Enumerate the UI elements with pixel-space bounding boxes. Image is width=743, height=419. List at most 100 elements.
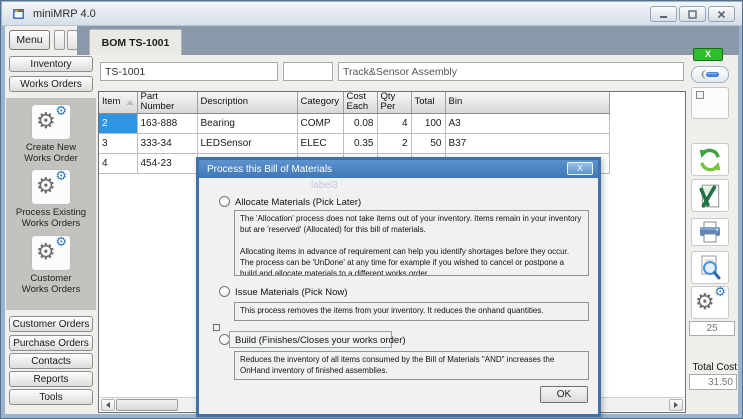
issue-materials-label[interactable]: Issue Materials (Pick Now): [235, 287, 347, 298]
cell-category[interactable]: COMP: [297, 113, 343, 133]
sidebar-button-works-orders[interactable]: Works Orders: [9, 76, 93, 92]
sidebar-button-tools[interactable]: Tools: [9, 389, 93, 405]
print-preview-button[interactable]: [691, 251, 729, 284]
process-existing-works-orders-label: Process Existing Works Orders: [6, 207, 96, 229]
cell-total[interactable]: 50: [411, 133, 445, 153]
issue-materials-description: This process removes the items from your…: [234, 302, 589, 321]
customer-works-orders-button[interactable]: ⚙⚙: [31, 235, 71, 271]
settings-wrench-button[interactable]: [691, 66, 729, 83]
column-header-bin[interactable]: Bin: [445, 92, 609, 113]
ok-button[interactable]: OK: [540, 386, 588, 403]
cell-cost-each[interactable]: 0.35: [343, 133, 377, 153]
menu-button[interactable]: Menu: [9, 30, 50, 50]
sidebar-button-inventory[interactable]: Inventory: [9, 56, 93, 72]
gear-accent-icon: ⚙: [55, 105, 67, 118]
total-cost-value: [689, 374, 737, 390]
sidebar-button-customer-orders[interactable]: Customer Orders: [9, 316, 93, 332]
assembly-description-input[interactable]: [338, 62, 684, 81]
cell-bin[interactable]: A3: [445, 113, 609, 133]
column-header-description[interactable]: Description: [197, 92, 297, 113]
app-window: miniMRP 4.0 Menu BOM TS-1001 Inventory W…: [0, 0, 743, 419]
arrow-right-icon: [674, 402, 678, 408]
column-header-qty-per[interactable]: Qty Per: [377, 92, 411, 113]
tab-bom-ts-1001[interactable]: BOM TS-1001: [89, 29, 182, 55]
dialog-close-button[interactable]: X: [567, 162, 593, 175]
works-orders-panel: ⚙⚙ Create New Works Order ⚙⚙ Process Exi…: [6, 98, 96, 310]
dialog-body: label3 Allocate Materials (Pick Later) T…: [199, 178, 598, 414]
allocate-materials-label[interactable]: Allocate Materials (Pick Later): [235, 197, 361, 208]
cell-qty-per[interactable]: 4: [377, 113, 411, 133]
sort-asc-icon: [126, 100, 134, 105]
cell-category[interactable]: ELEC: [297, 133, 343, 153]
options-panel: [691, 87, 729, 119]
refresh-icon: [697, 147, 723, 173]
gear-accent-icon: ⚙: [55, 236, 67, 249]
page-size-input[interactable]: [689, 321, 735, 336]
preview-magnifier-icon: [698, 255, 722, 281]
column-header-category[interactable]: Category: [297, 92, 343, 113]
cell-total[interactable]: 100: [411, 113, 445, 133]
dialog-title: Process this Bill of Materials: [207, 164, 332, 175]
column-header-total[interactable]: Total: [411, 92, 445, 113]
build-label[interactable]: Build (Finishes/Closes your works order): [235, 335, 406, 346]
sidebar-button-reports[interactable]: Reports: [9, 371, 93, 387]
app-icon: [12, 7, 26, 21]
gear-icon: ⚙: [36, 176, 56, 198]
cell-cost-each[interactable]: 0.08: [343, 113, 377, 133]
cell-part-number[interactable]: 454-23: [137, 153, 197, 173]
title-bar: miniMRP 4.0: [2, 2, 743, 26]
tab-strip: BOM TS-1001: [77, 26, 739, 55]
cell-qty-per[interactable]: 2: [377, 133, 411, 153]
cell-item[interactable]: 2: [99, 113, 137, 133]
splitter-toggle-button-1[interactable]: [54, 30, 65, 50]
sidebar-button-contacts[interactable]: Contacts: [9, 353, 93, 369]
process-existing-works-orders-button[interactable]: ⚙⚙: [31, 169, 71, 205]
cell-part-number[interactable]: 333-34: [137, 133, 197, 153]
issue-materials-radio[interactable]: [219, 286, 230, 297]
grid-row[interactable]: 3 333-34 LEDSensor ELEC 0.35 2 50 B37: [99, 133, 609, 153]
label3-watermark: label3: [311, 180, 338, 191]
cell-description[interactable]: Bearing: [197, 113, 297, 133]
scrollbar-thumb[interactable]: [116, 399, 178, 411]
right-toolbar: X: [689, 1, 739, 419]
menu-row: Menu BOM TS-1001: [6, 26, 739, 55]
refresh-button[interactable]: [691, 143, 729, 176]
gear-icon: ⚙: [36, 111, 56, 133]
cell-item[interactable]: 3: [99, 133, 137, 153]
create-new-works-order-label: Create New Works Order: [6, 142, 96, 164]
sidebar-button-purchase-orders[interactable]: Purchase Orders: [9, 335, 93, 351]
gear-accent-icon: ⚙: [55, 170, 67, 183]
column-header-cost-each[interactable]: Cost Each: [343, 92, 377, 113]
excel-icon: [697, 183, 723, 209]
revision-input[interactable]: [283, 62, 333, 81]
arrow-left-icon: [106, 402, 110, 408]
part-number-input[interactable]: [100, 62, 278, 81]
scroll-right-button[interactable]: [669, 399, 683, 411]
process-bom-dialog: Process this Bill of Materials X label3 …: [196, 157, 601, 417]
column-header-part-number[interactable]: Part Number: [137, 92, 197, 113]
cell-description[interactable]: LEDSensor: [197, 133, 297, 153]
print-button[interactable]: [691, 218, 729, 246]
process-settings-button[interactable]: ⚙⚙: [691, 286, 729, 319]
create-new-works-order-button[interactable]: ⚙⚙: [31, 104, 71, 140]
build-description: Reduces the inventory of all items consu…: [234, 351, 589, 380]
dialog-title-bar[interactable]: Process this Bill of Materials X: [199, 160, 598, 178]
excel-export-close-button[interactable]: X: [693, 48, 723, 61]
printer-icon: [698, 221, 722, 243]
focus-handle: [213, 324, 220, 331]
window-title: miniMRP 4.0: [33, 8, 96, 20]
checkbox[interactable]: [696, 91, 704, 99]
allocate-materials-description: The 'Allocation' process does not take i…: [234, 210, 589, 276]
scroll-left-button[interactable]: [101, 399, 115, 411]
grid-row[interactable]: 2 163-888 Bearing COMP 0.08 4 100 A3: [99, 113, 609, 133]
cell-part-number[interactable]: 163-888: [137, 113, 197, 133]
cell-bin[interactable]: B37: [445, 133, 609, 153]
customer-works-orders-label: Customer Works Orders: [6, 273, 96, 295]
wrench-icon: [699, 69, 721, 80]
export-excel-button[interactable]: [691, 179, 729, 212]
minimize-button[interactable]: [650, 6, 677, 22]
total-cost-label: Total Cost: [689, 362, 737, 373]
cell-item[interactable]: 4: [99, 153, 137, 173]
column-header-item[interactable]: Item: [99, 92, 137, 113]
allocate-materials-radio[interactable]: [219, 196, 230, 207]
